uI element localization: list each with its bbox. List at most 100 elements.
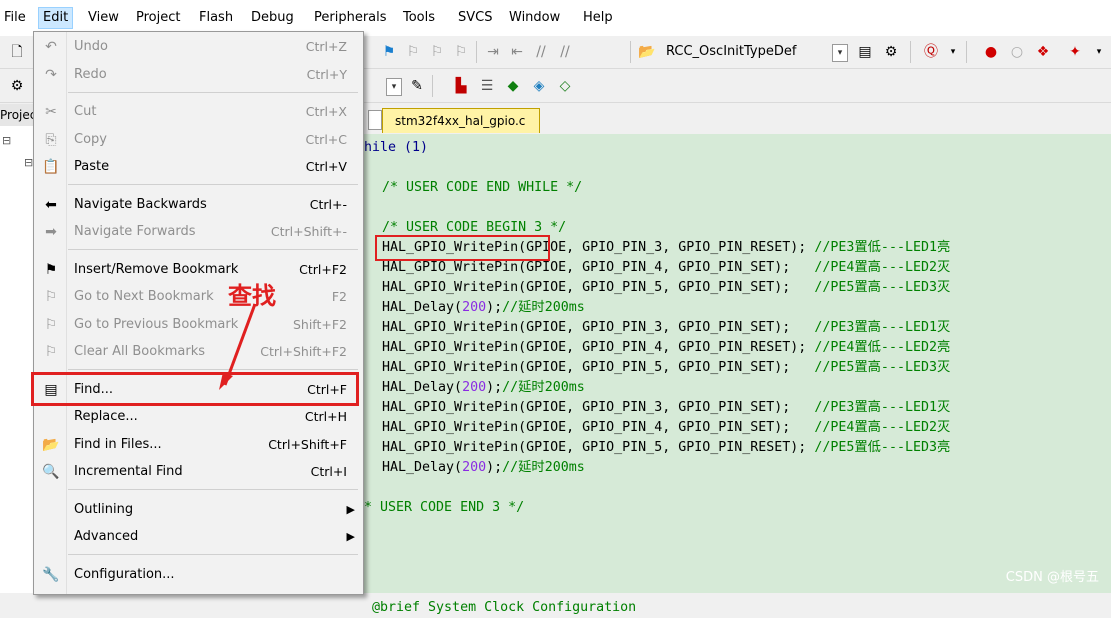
source-browser-icon[interactable]: ⚙ bbox=[882, 43, 900, 61]
menu-item-advanced[interactable]: Advanced ▶ bbox=[34, 524, 363, 550]
code-comment: //延时200ms bbox=[502, 380, 585, 395]
menu-item-undo[interactable]: ↶ Undo Ctrl+Z bbox=[34, 34, 363, 60]
new-file-icon[interactable]: 🗋 bbox=[8, 43, 26, 61]
menu-tools[interactable]: Tools bbox=[399, 8, 439, 28]
browse-icon[interactable]: ▤ bbox=[856, 43, 874, 61]
tree-expand-icon[interactable]: ⊟ bbox=[2, 134, 11, 147]
menu-separator bbox=[68, 249, 358, 250]
next-bookmark-icon[interactable]: ⚐ bbox=[404, 43, 422, 61]
menu-item-shortcut: Shift+F2 bbox=[292, 317, 347, 332]
menu-item-copy[interactable]: ⎘ Copy Ctrl+C bbox=[34, 127, 363, 153]
configure-icon[interactable]: ✦ bbox=[1066, 43, 1084, 61]
menu-item-navigate-backwards[interactable]: ⬅ Navigate Backwards Ctrl+- bbox=[34, 192, 363, 218]
menu-item-find-in-files[interactable]: 📂 Find in Files... Ctrl+Shift+F bbox=[34, 432, 363, 458]
rte-icon[interactable]: ◆ bbox=[504, 77, 522, 95]
bookmark-flag-icon[interactable]: ⚑ bbox=[380, 43, 398, 61]
comment-icon[interactable]: // bbox=[532, 43, 550, 61]
menu-separator bbox=[68, 554, 358, 555]
menu-item-replace[interactable]: Replace... Ctrl+H bbox=[34, 404, 363, 430]
chevron-down-icon[interactable]: ▾ bbox=[386, 78, 402, 96]
wrench-icon: 🔧 bbox=[42, 567, 60, 583]
build-icon[interactable]: ⚙ bbox=[8, 77, 26, 95]
menu-edit[interactable]: Edit bbox=[38, 7, 74, 29]
menu-item-label: Navigate Backwards bbox=[74, 197, 207, 212]
menu-item-shortcut: Ctrl+V bbox=[305, 159, 347, 174]
code-statement: HAL_Delay( bbox=[374, 380, 463, 395]
options-icon[interactable]: ✎ bbox=[408, 77, 426, 95]
code-comment: //PE4置高---LED2灭 bbox=[814, 260, 951, 275]
menu-item-outlining[interactable]: Outlining ▶ bbox=[34, 497, 363, 523]
project-tab[interactable]: Project bbox=[0, 104, 34, 126]
find-in-files-icon[interactable]: 📂 bbox=[638, 43, 656, 61]
file-extensions-icon[interactable]: ☰ bbox=[478, 77, 496, 95]
menu-project[interactable]: Project bbox=[132, 8, 184, 28]
menu-item-label: Configuration... bbox=[74, 567, 175, 582]
code-line: HAL_GPIO_WritePin(GPIOE, GPIO_PIN_4, GPI… bbox=[374, 338, 950, 358]
chevron-down-icon[interactable]: ▾ bbox=[1090, 43, 1108, 61]
menu-file[interactable]: File bbox=[0, 8, 30, 28]
code-line: @brief System Clock Configuration bbox=[364, 598, 636, 618]
menu-svcs[interactable]: SVCS bbox=[454, 8, 496, 28]
tree-expand-icon[interactable]: ⊟ bbox=[24, 156, 33, 169]
menu-item-configuration[interactable]: 🔧 Configuration... bbox=[34, 562, 363, 588]
debug-icon[interactable]: Ⓠ bbox=[922, 43, 940, 61]
menu-item-go-to-next-bookmark[interactable]: ⚐ Go to Next Bookmark F2 bbox=[34, 284, 363, 310]
project-pane: Project ⊟ ⊟ bbox=[0, 104, 35, 593]
code-line: HAL_GPIO_WritePin(GPIOE, GPIO_PIN_4, GPI… bbox=[374, 418, 950, 438]
code-line: HAL_GPIO_WritePin(GPIOE, GPIO_PIN_4, GPI… bbox=[374, 258, 950, 278]
code-number: 200 bbox=[462, 380, 487, 395]
menu-flash[interactable]: Flash bbox=[195, 8, 237, 28]
menu-item-label: Undo bbox=[74, 39, 108, 54]
chevron-down-icon[interactable]: ▾ bbox=[944, 43, 962, 61]
uncomment-icon[interactable]: // bbox=[556, 43, 574, 61]
code-line: HAL_Delay(200);//延时200ms bbox=[374, 458, 585, 478]
menu-item-paste[interactable]: 📋 Paste Ctrl+V bbox=[34, 154, 363, 180]
menu-peripherals[interactable]: Peripherals bbox=[310, 8, 391, 28]
manage-project-icon[interactable]: ▙ bbox=[452, 77, 470, 95]
menu-item-label: Insert/Remove Bookmark bbox=[74, 262, 239, 277]
code-comment: //PE5置高---LED3灭 bbox=[814, 280, 951, 295]
arrow-right-icon: ➡ bbox=[45, 224, 57, 240]
target-select[interactable]: RCC_OscInitTypeDef bbox=[662, 41, 836, 63]
chevron-down-icon[interactable]: ▾ bbox=[832, 44, 848, 62]
menu-item-clear-all-bookmarks[interactable]: ⚐ Clear All Bookmarks Ctrl+Shift+F2 bbox=[34, 339, 363, 365]
menu-item-label: Incremental Find bbox=[74, 464, 183, 479]
menu-item-insert-remove-bookmark[interactable]: ⚑ Insert/Remove Bookmark Ctrl+F2 bbox=[34, 257, 363, 283]
unindent-icon[interactable]: ⇤ bbox=[508, 43, 526, 61]
menu-item-label: Clear All Bookmarks bbox=[74, 344, 206, 359]
menu-item-cut[interactable]: ✂ Cut Ctrl+X bbox=[34, 99, 363, 125]
clear-bookmarks-icon[interactable]: ⚐ bbox=[452, 43, 470, 61]
code-comment: //PE3置高---LED1灭 bbox=[814, 320, 951, 335]
breakpoint-icon[interactable]: ● bbox=[982, 43, 1000, 61]
code-punctuation: ); bbox=[486, 460, 503, 475]
menu-item-go-to-previous-bookmark[interactable]: ⚐ Go to Previous Bookmark Shift+F2 bbox=[34, 312, 363, 338]
menu-item-shortcut: Ctrl+F2 bbox=[299, 262, 347, 277]
menu-separator bbox=[68, 489, 358, 490]
breakpoint-disable-icon[interactable]: ○ bbox=[1008, 43, 1026, 61]
menu-item-incremental-find[interactable]: 🔍 Incremental Find Ctrl+I bbox=[34, 459, 363, 485]
menu-debug[interactable]: Debug bbox=[247, 8, 298, 28]
code-line: HAL_Delay(200);//延时200ms bbox=[374, 378, 585, 398]
code-statement: HAL_GPIO_WritePin(GPIOE, GPIO_PIN_4, GPI… bbox=[374, 260, 815, 275]
incremental-find-icon: 🔍 bbox=[42, 464, 60, 480]
breakpoint-kill-icon[interactable]: ❖ bbox=[1034, 43, 1052, 61]
menu-help[interactable]: Help bbox=[579, 8, 617, 28]
menu-item-label: Cut bbox=[74, 104, 97, 119]
menu-view[interactable]: View bbox=[84, 8, 123, 28]
pack-installer-icon[interactable]: ◈ bbox=[530, 77, 548, 95]
code-line: HAL_GPIO_WritePin(GPIOE, GPIO_PIN_3, GPI… bbox=[374, 318, 950, 338]
code-comment: /* USER CODE BEGIN 3 */ bbox=[374, 220, 567, 235]
select-software-packs-icon[interactable]: ◇ bbox=[556, 77, 574, 95]
prev-bookmark-icon[interactable]: ⚐ bbox=[428, 43, 446, 61]
menu-window[interactable]: Window bbox=[505, 8, 564, 28]
menu-item-navigate-forwards[interactable]: ➡ Navigate Forwards Ctrl+Shift+- bbox=[34, 219, 363, 245]
next-bookmark-icon: ⚐ bbox=[44, 289, 58, 305]
code-statement: HAL_GPIO_WritePin(GPIOE, GPIO_PIN_5, GPI… bbox=[374, 440, 815, 455]
menu-item-shortcut: Ctrl+Shift+F bbox=[268, 437, 347, 452]
indent-icon[interactable]: ⇥ bbox=[484, 43, 502, 61]
paste-icon: 📋 bbox=[42, 159, 60, 175]
menu-item-redo[interactable]: ↷ Redo Ctrl+Y bbox=[34, 62, 363, 88]
tab-stm32f4xx-hal-gpio[interactable]: stm32f4xx_hal_gpio.c bbox=[382, 108, 541, 133]
code-editor[interactable]: hile (1) /* USER CODE END WHILE */ /* US… bbox=[364, 134, 1111, 615]
arrow-left-icon: ⬅ bbox=[45, 197, 57, 213]
